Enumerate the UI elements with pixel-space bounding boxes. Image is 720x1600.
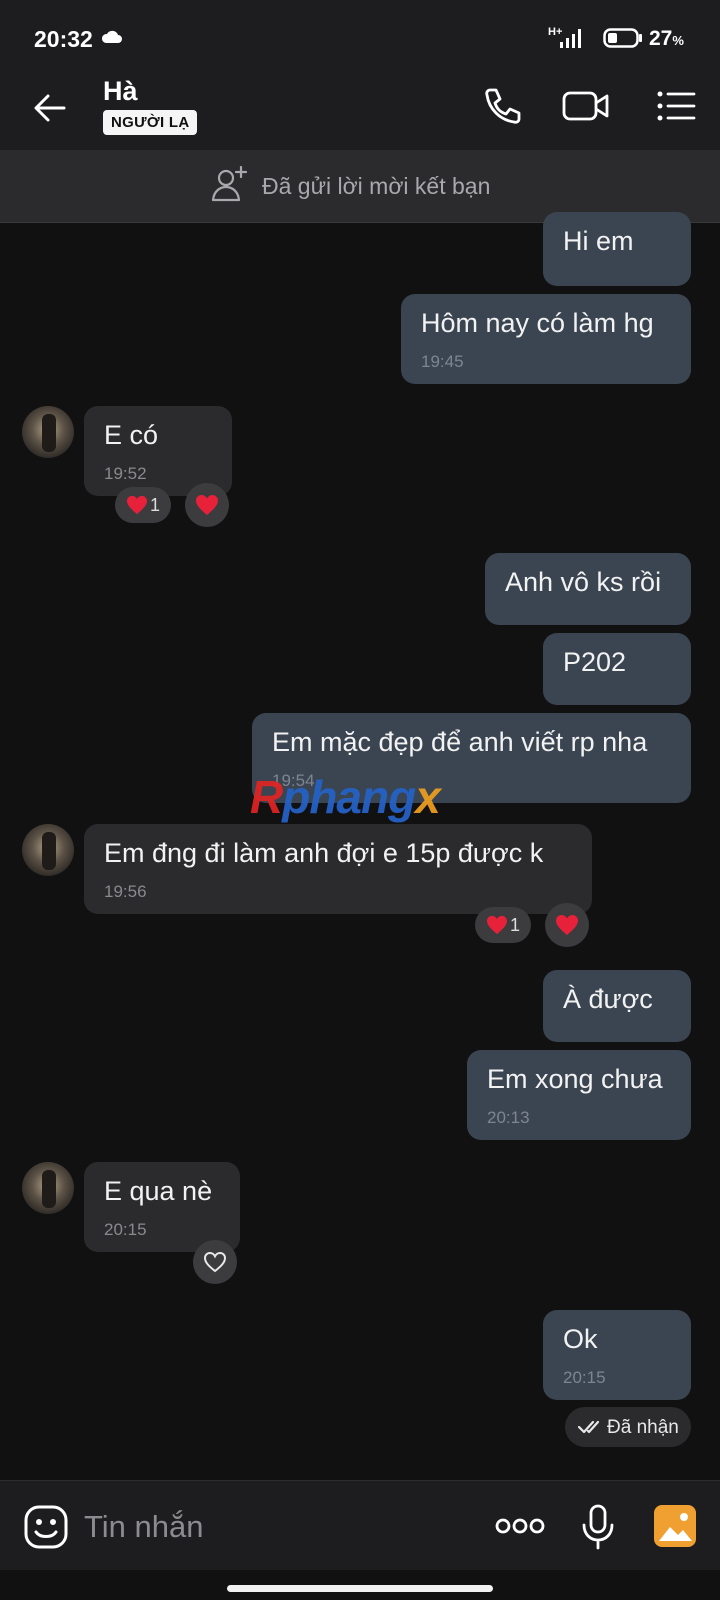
message-bubble-outgoing[interactable]: À được xyxy=(543,970,691,1042)
contact-name[interactable]: Hà xyxy=(103,76,138,107)
heart-icon xyxy=(556,915,578,935)
list-menu-icon[interactable] xyxy=(652,82,700,130)
message-time: 19:56 xyxy=(104,882,147,901)
message-text: P202 xyxy=(563,647,627,677)
message-bubble-outgoing[interactable]: Em xong chưa 20:13 xyxy=(467,1050,691,1140)
message-time: 19:45 xyxy=(421,352,464,371)
react-heart-button[interactable] xyxy=(193,1240,237,1284)
message-time: 20:15 xyxy=(563,1368,606,1387)
back-arrow-icon[interactable] xyxy=(28,86,72,130)
message-text: Anh vô ks rồi xyxy=(505,567,662,597)
battery-percent: 27% xyxy=(649,27,684,50)
message-bubble-incoming[interactable]: Em đng đi làm anh đợi e 15p được k 19:56 xyxy=(84,824,592,914)
message-text: Em xong chưa xyxy=(487,1064,663,1094)
battery-icon xyxy=(603,28,642,48)
system-nav-bar xyxy=(0,1570,720,1600)
message-text: E có xyxy=(104,420,159,450)
chat-header: Hà NGƯỜI LẠ xyxy=(0,64,720,150)
double-check-icon xyxy=(577,1420,600,1434)
message-bubble-incoming[interactable]: E qua nè 20:15 xyxy=(84,1162,240,1252)
add-user-icon xyxy=(211,165,248,202)
microphone-icon[interactable] xyxy=(580,1503,616,1551)
message-time: 20:15 xyxy=(104,1220,147,1239)
message-text: À được xyxy=(563,984,653,1014)
message-bubble-outgoing[interactable]: P202 xyxy=(543,633,691,705)
message-bubble-outgoing[interactable]: Anh vô ks rồi xyxy=(485,553,691,625)
heart-outline-icon xyxy=(203,1251,227,1273)
message-bubble-outgoing[interactable]: Ok 20:15 xyxy=(543,1310,691,1400)
message-text: Hôm nay có làm hg xyxy=(421,308,654,338)
reaction-summary[interactable]: 1 xyxy=(475,907,531,943)
phone-icon[interactable] xyxy=(478,82,526,130)
reaction-summary[interactable]: 1 xyxy=(115,487,171,523)
message-bubble-outgoing[interactable]: Hi em xyxy=(543,212,691,286)
avatar[interactable] xyxy=(22,406,74,458)
react-heart-button[interactable] xyxy=(545,903,589,947)
message-text: Em đng đi làm anh đợi e 15p được k xyxy=(104,838,544,868)
message-text: Ok xyxy=(563,1324,598,1354)
status-time: 20:32 xyxy=(34,26,93,52)
sticker-icon[interactable] xyxy=(22,1503,70,1551)
message-time: 19:52 xyxy=(104,464,147,483)
avatar[interactable] xyxy=(22,1162,74,1214)
message-text: Em mặc đẹp để anh viết rp nha xyxy=(272,727,648,757)
react-heart-button[interactable] xyxy=(185,483,229,527)
heart-icon xyxy=(486,915,507,935)
stranger-badge: NGƯỜI LẠ xyxy=(103,110,198,135)
more-dots-icon[interactable] xyxy=(495,1513,545,1539)
message-bubble-outgoing[interactable]: Hôm nay có làm hg 19:45 xyxy=(401,294,691,384)
cloud-icon xyxy=(101,30,122,43)
watermark-logo: Rphangx xyxy=(250,771,441,823)
reaction-count: 1 xyxy=(509,914,520,935)
message-input[interactable] xyxy=(84,1507,464,1547)
avatar[interactable] xyxy=(22,824,74,876)
signal-icon xyxy=(560,29,581,48)
message-text: Hi em xyxy=(563,226,634,256)
delivery-status-text: Đã nhận xyxy=(607,1417,679,1438)
message-time: 20:13 xyxy=(487,1108,530,1127)
message-input-bar xyxy=(0,1480,720,1570)
gallery-icon[interactable] xyxy=(652,1503,698,1549)
status-bar: 20:32 H+ 27% xyxy=(0,0,720,64)
message-text: E qua nè xyxy=(104,1176,213,1206)
heart-icon xyxy=(126,495,147,515)
delivery-status: Đã nhận xyxy=(565,1407,691,1447)
video-camera-icon[interactable] xyxy=(560,82,612,130)
home-indicator[interactable] xyxy=(227,1585,493,1592)
reaction-count: 1 xyxy=(149,494,160,515)
friend-request-status: Đã gửi lời mời kết bạn xyxy=(262,173,491,199)
heart-icon xyxy=(196,495,218,515)
